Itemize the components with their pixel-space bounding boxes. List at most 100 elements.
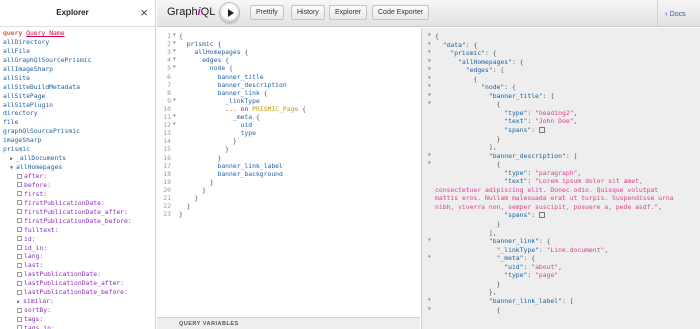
- close-icon[interactable]: ×: [140, 6, 148, 19]
- explorer-argument[interactable]: tags_in:: [3, 324, 155, 329]
- explorer-button[interactable]: Explorer: [329, 5, 368, 20]
- code-line[interactable]: banner_description: [179, 81, 286, 89]
- argument-checkbox[interactable]: [17, 325, 22, 329]
- fold-arrow-icon[interactable]: ▼: [428, 297, 431, 306]
- explorer-subfield[interactable]: ▼ allHomepages: [3, 163, 155, 172]
- argument-checkbox[interactable]: [17, 271, 22, 277]
- fold-arrow-icon[interactable]: ▼: [428, 100, 431, 109]
- explorer-field[interactable]: allGraphQlSourcePrismic: [3, 56, 155, 65]
- code-line[interactable]: _linkType: [179, 97, 260, 105]
- fold-arrow-icon[interactable]: ▼: [428, 237, 431, 246]
- code-line[interactable]: }: [179, 202, 191, 210]
- fold-arrow-icon[interactable]: ▼: [173, 40, 176, 48]
- code-line[interactable]: }: [179, 194, 198, 202]
- explorer-argument[interactable]: fulltext:: [3, 226, 155, 235]
- argument-checkbox[interactable]: [17, 245, 22, 250]
- code-line[interactable]: uid: [179, 121, 253, 129]
- argument-checkbox[interactable]: [17, 236, 22, 242]
- execute-query-button[interactable]: [219, 2, 240, 23]
- argument-checkbox[interactable]: [17, 209, 22, 215]
- explorer-argument[interactable]: sortBy:: [3, 306, 155, 315]
- argument-checkbox[interactable]: [17, 182, 22, 188]
- fold-arrow-icon[interactable]: ▼: [428, 32, 431, 41]
- code-line[interactable]: banner_background: [179, 170, 282, 178]
- code-line[interactable]: }: [179, 137, 237, 145]
- explorer-argument[interactable]: tags:: [3, 315, 155, 324]
- explorer-argument[interactable]: after:: [3, 172, 155, 181]
- code-line[interactable]: {: [179, 32, 183, 40]
- fold-arrow-icon[interactable]: ▼: [173, 32, 176, 40]
- explorer-argument[interactable]: lastPublicationDate_after:: [3, 279, 155, 288]
- code-line[interactable]: ... on PRISMIC_Page {: [179, 105, 306, 113]
- fold-arrow-icon[interactable]: ▼: [428, 58, 431, 67]
- explorer-field[interactable]: imageSharp: [3, 136, 155, 145]
- code-line[interactable]: prismic {: [179, 40, 222, 48]
- code-line[interactable]: _meta {: [179, 113, 260, 121]
- explorer-argument[interactable]: ▶ similar:: [3, 297, 155, 306]
- argument-checkbox[interactable]: [17, 280, 22, 286]
- fold-arrow-icon[interactable]: ▼: [173, 113, 176, 121]
- code-line[interactable]: }: [179, 178, 214, 186]
- argument-checkbox[interactable]: [17, 173, 22, 179]
- fold-arrow-icon[interactable]: ▼: [428, 75, 431, 84]
- explorer-field[interactable]: allImageSharp: [3, 65, 155, 74]
- code-line[interactable]: }: [179, 154, 221, 162]
- code-line[interactable]: banner_link_label: [179, 162, 282, 170]
- explorer-argument[interactable]: before:: [3, 181, 155, 190]
- code-line[interactable]: node {: [179, 64, 233, 72]
- explorer-argument[interactable]: lastPublicationDate:: [3, 270, 155, 279]
- explorer-argument[interactable]: last:: [3, 261, 155, 270]
- argument-checkbox[interactable]: [17, 218, 22, 224]
- argument-checkbox[interactable]: [17, 307, 22, 313]
- fold-arrow-icon[interactable]: ▼: [173, 48, 176, 56]
- explorer-field[interactable]: allSite: [3, 74, 155, 83]
- explorer-field[interactable]: allSitePage: [3, 92, 155, 101]
- argument-checkbox[interactable]: [17, 289, 22, 295]
- docs-button[interactable]: ‹ Docs: [657, 0, 700, 27]
- prettify-button[interactable]: Prettify: [250, 5, 284, 20]
- argument-checkbox[interactable]: [17, 253, 22, 259]
- explorer-argument[interactable]: lang:: [3, 252, 155, 261]
- argument-checkbox[interactable]: [17, 262, 22, 268]
- query-variables-toggle[interactable]: QUERY VARIABLES: [157, 317, 420, 329]
- code-line[interactable]: banner_title: [179, 73, 263, 81]
- explorer-argument[interactable]: firstPublicationDate_after:: [3, 208, 155, 217]
- fold-arrow-icon[interactable]: ▼: [428, 66, 431, 75]
- explorer-argument[interactable]: firstPublicationDate:: [3, 199, 155, 208]
- argument-checkbox[interactable]: [17, 316, 22, 322]
- fold-arrow-icon[interactable]: ▼: [428, 41, 431, 50]
- explorer-field-prismic[interactable]: prismic: [3, 145, 155, 154]
- explorer-argument[interactable]: first:: [3, 190, 155, 199]
- argument-checkbox[interactable]: [17, 200, 22, 206]
- explorer-argument[interactable]: lastPublicationDate_before:: [3, 288, 155, 297]
- explorer-field[interactable]: directory: [3, 109, 155, 118]
- code-line[interactable]: }: [179, 186, 206, 194]
- fold-arrow-icon[interactable]: ▼: [173, 64, 176, 72]
- history-button[interactable]: History: [291, 5, 325, 20]
- fold-arrow-icon[interactable]: ▼: [428, 152, 431, 161]
- explorer-subfield[interactable]: ▶ _allDocuments: [3, 154, 155, 163]
- argument-checkbox[interactable]: [17, 191, 22, 197]
- code-line[interactable]: edges {: [179, 56, 229, 64]
- fold-arrow-icon[interactable]: ▼: [428, 92, 431, 101]
- explorer-field[interactable]: allFile: [3, 47, 155, 56]
- fold-arrow-icon[interactable]: ▼: [428, 83, 431, 92]
- explorer-argument[interactable]: id:: [3, 235, 155, 244]
- code-line[interactable]: }: [179, 145, 229, 153]
- code-line[interactable]: banner_link {: [179, 89, 267, 97]
- explorer-argument[interactable]: id_in:: [3, 244, 155, 253]
- query-code[interactable]: 1 ▼{2 ▼ prismic {3 ▼ allHomepages {4 ▼ edges…: [157, 28, 420, 317]
- argument-checkbox[interactable]: [17, 227, 22, 233]
- fold-arrow-icon[interactable]: ▼: [173, 97, 176, 105]
- fold-arrow-icon[interactable]: ▼: [428, 306, 431, 315]
- code-exporter-button[interactable]: Code Exporter: [372, 5, 430, 20]
- explorer-field[interactable]: graphQlSourcePrismic: [3, 127, 155, 136]
- explorer-field[interactable]: allSiteBuildMetadata: [3, 83, 155, 92]
- query-editor[interactable]: 1 ▼{2 ▼ prismic {3 ▼ allHomepages {4 ▼ edges…: [157, 28, 420, 317]
- fold-arrow-icon[interactable]: ▼: [173, 56, 176, 64]
- explorer-field[interactable]: file: [3, 118, 155, 127]
- fold-arrow-icon[interactable]: ▼: [173, 121, 176, 129]
- code-line[interactable]: type: [179, 129, 256, 137]
- explorer-argument[interactable]: firstPublicationDate_before:: [3, 217, 155, 226]
- query-name-input[interactable]: Query Name: [26, 29, 64, 37]
